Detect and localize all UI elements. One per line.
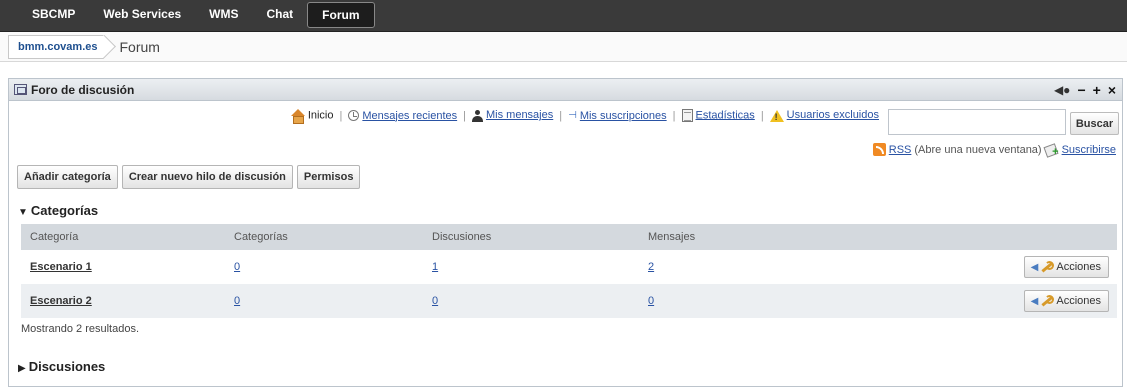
close-icon[interactable]: × [1108, 82, 1116, 98]
forum-portlet: Foro de discusión ◀● − + × Inicio | Mens… [8, 78, 1123, 387]
nav-item-sbcmp[interactable]: SBCMP [18, 2, 89, 28]
rss-link[interactable]: RSS [889, 144, 912, 156]
nav-item-web-services[interactable]: Web Services [89, 2, 195, 28]
breadcrumb-current-page: Forum [119, 38, 160, 55]
portlet-window-icon [14, 84, 27, 95]
expanded-triangle-icon: ▼ [18, 207, 28, 218]
separator: | [339, 109, 343, 122]
actions-menu-button[interactable]: ◀ Acciones [1023, 256, 1109, 278]
subcategories-count-link[interactable]: 0 [234, 295, 240, 307]
chevron-left-icon: ◀ [1030, 295, 1039, 307]
separator: | [463, 109, 466, 122]
separator: | [760, 109, 764, 122]
nav-item-chat[interactable]: Chat [253, 2, 308, 28]
my-messages-link[interactable]: Mis mensajes [472, 109, 553, 122]
my-subscriptions-link[interactable]: ⊣ Mis suscripciones [568, 110, 667, 122]
statistics-icon [681, 109, 693, 122]
breadcrumb-separator-icon [103, 35, 117, 59]
search-input[interactable] [888, 109, 1066, 135]
collapsed-triangle-icon: ▶ [18, 363, 26, 374]
home-link[interactable]: Inicio [290, 109, 334, 124]
table-row: Escenario 1 0 1 2 ◀ Acciones [21, 250, 1117, 284]
nav-item-forum[interactable]: Forum [307, 2, 375, 28]
forum-links-bar: Inicio | Mensajes recientes | Mis mensaj… [9, 109, 879, 124]
threads-count-link[interactable]: 0 [432, 295, 438, 307]
wrench-icon [1040, 295, 1055, 307]
table-row: Escenario 2 0 0 0 ◀ Acciones [21, 284, 1117, 318]
configure-icon[interactable]: ◀● [1054, 83, 1070, 97]
category-link[interactable]: Escenario 1 [30, 261, 92, 273]
column-header-messages: Mensajes [639, 224, 999, 250]
statistics-link[interactable]: Estadísticas [681, 109, 755, 122]
banned-users-link[interactable]: Usuarios excluidos [769, 109, 879, 122]
breadcrumb-site-link[interactable]: bmm.covam.es [8, 34, 104, 59]
threads-count-link[interactable]: 1 [432, 261, 438, 273]
action-buttons: Añadir categoría Crear nuevo hilo de dis… [17, 165, 361, 189]
messages-count-link[interactable]: 2 [648, 261, 654, 273]
threads-section-toggle[interactable]: ▶ Discusiones [18, 359, 105, 374]
categories-section-toggle[interactable]: ▼ Categorías [18, 203, 98, 218]
table-header-row: Categoría Categorías Discusiones Mensaje… [21, 224, 1117, 250]
category-link[interactable]: Escenario 2 [30, 295, 92, 307]
portlet-controls: ◀● − + × [1054, 82, 1122, 98]
warning-icon [769, 109, 784, 122]
nav-item-wms[interactable]: WMS [195, 2, 252, 28]
permissions-button[interactable]: Permisos [296, 165, 361, 189]
subscribe-link[interactable]: Suscribirse [1062, 144, 1116, 156]
messages-count-link[interactable]: 0 [648, 295, 654, 307]
portlet-title: Foro de discusión [31, 82, 135, 97]
rss-note: (Abre una nueva ventana) [914, 143, 1042, 156]
home-icon [290, 109, 305, 124]
wrench-icon [1040, 261, 1055, 273]
rss-small-icon: ⊣ [568, 110, 577, 122]
column-header-actions [999, 224, 1117, 250]
chevron-left-icon: ◀ [1030, 261, 1039, 273]
breadcrumb: bmm.covam.es Forum [0, 32, 1127, 62]
separator: | [672, 109, 676, 122]
results-count: Mostrando 2 resultados. [21, 323, 140, 335]
separator: | [559, 109, 563, 122]
actions-menu-button[interactable]: ◀ Acciones [1023, 290, 1109, 312]
recent-messages-link[interactable]: Mensajes recientes [348, 110, 457, 122]
minimize-icon[interactable]: − [1077, 82, 1085, 98]
subcategories-count-link[interactable]: 0 [234, 261, 240, 273]
top-nav-bar: SBCMP Web Services WMS Chat Forum [0, 0, 1127, 32]
column-header-categories: Categorías [225, 224, 423, 250]
categories-table: Categoría Categorías Discusiones Mensaje… [21, 224, 1117, 318]
column-header-category: Categoría [21, 224, 225, 250]
add-category-button[interactable]: Añadir categoría [17, 165, 118, 189]
rss-icon [872, 143, 886, 156]
clock-icon [348, 110, 360, 122]
user-icon [472, 109, 483, 122]
portlet-header: Foro de discusión ◀● − + × [9, 79, 1122, 101]
column-header-threads: Discusiones [423, 224, 639, 250]
search-button[interactable]: Buscar [1070, 112, 1119, 135]
subscribe-icon [1045, 143, 1058, 158]
rss-line: RSS (Abre una nueva ventana) Suscribirse [872, 143, 1116, 158]
maximize-icon[interactable]: + [1093, 82, 1101, 98]
new-thread-button[interactable]: Crear nuevo hilo de discusión [121, 165, 293, 189]
